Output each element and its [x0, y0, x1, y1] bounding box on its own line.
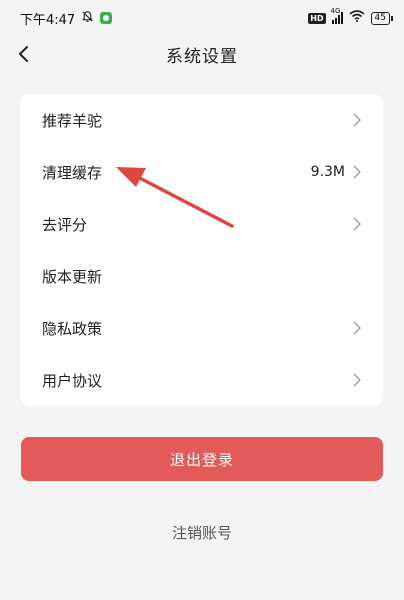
mute-bell-icon [81, 10, 94, 27]
chevron-right-icon [353, 373, 361, 387]
settings-item-label: 推荐羊驼 [42, 111, 103, 130]
settings-list: 推荐羊驼 清理缓存 9.3M 去评分 版本更新 隐私政策 用户协议 [20, 94, 383, 406]
network-type: 4G [330, 7, 341, 15]
page-title: 系统设置 [166, 46, 238, 67]
cache-size-value: 9.3M [310, 164, 345, 180]
settings-item-recommend-alpaca[interactable]: 推荐羊驼 [20, 94, 383, 146]
wifi-icon [349, 10, 365, 26]
status-bar: 下午4:47 HD 4G 45 [0, 0, 404, 36]
cellular-signal-icon: 4G [331, 7, 343, 24]
settings-item-label: 隐私政策 [42, 319, 103, 338]
chevron-right-icon [353, 321, 361, 335]
settings-item-version-update[interactable]: 版本更新 [20, 250, 383, 302]
battery-level: 45 [374, 12, 386, 23]
hd-badge: HD [308, 12, 326, 24]
chevron-right-icon [353, 113, 361, 127]
settings-item-label: 用户协议 [42, 371, 103, 390]
status-bar-left: 下午4:47 [20, 9, 113, 28]
back-button[interactable] [10, 40, 38, 68]
chevron-right-icon [353, 165, 361, 179]
battery-icon: 45 [370, 11, 394, 25]
settings-item-label: 清理缓存 [42, 163, 103, 182]
settings-item-privacy-policy[interactable]: 隐私政策 [20, 302, 383, 354]
chevron-left-icon [19, 46, 28, 62]
status-time: 下午4:47 [20, 12, 76, 28]
settings-item-label: 去评分 [42, 215, 88, 234]
chevron-right-icon [353, 217, 361, 231]
cancel-account-label: 注销账号 [171, 523, 232, 542]
settings-item-rate[interactable]: 去评分 [20, 198, 383, 250]
settings-item-user-agreement[interactable]: 用户协议 [20, 354, 383, 406]
status-bar-right: HD 4G 45 [308, 7, 394, 26]
wechat-notification-icon [100, 12, 113, 24]
settings-item-label: 版本更新 [42, 267, 103, 286]
navigation-bar: 系统设置 [0, 36, 404, 72]
settings-item-clear-cache[interactable]: 清理缓存 9.3M [20, 146, 383, 198]
logout-button[interactable]: 退出登录 [21, 437, 383, 481]
cancel-account-link[interactable]: 注销账号 [0, 518, 404, 546]
